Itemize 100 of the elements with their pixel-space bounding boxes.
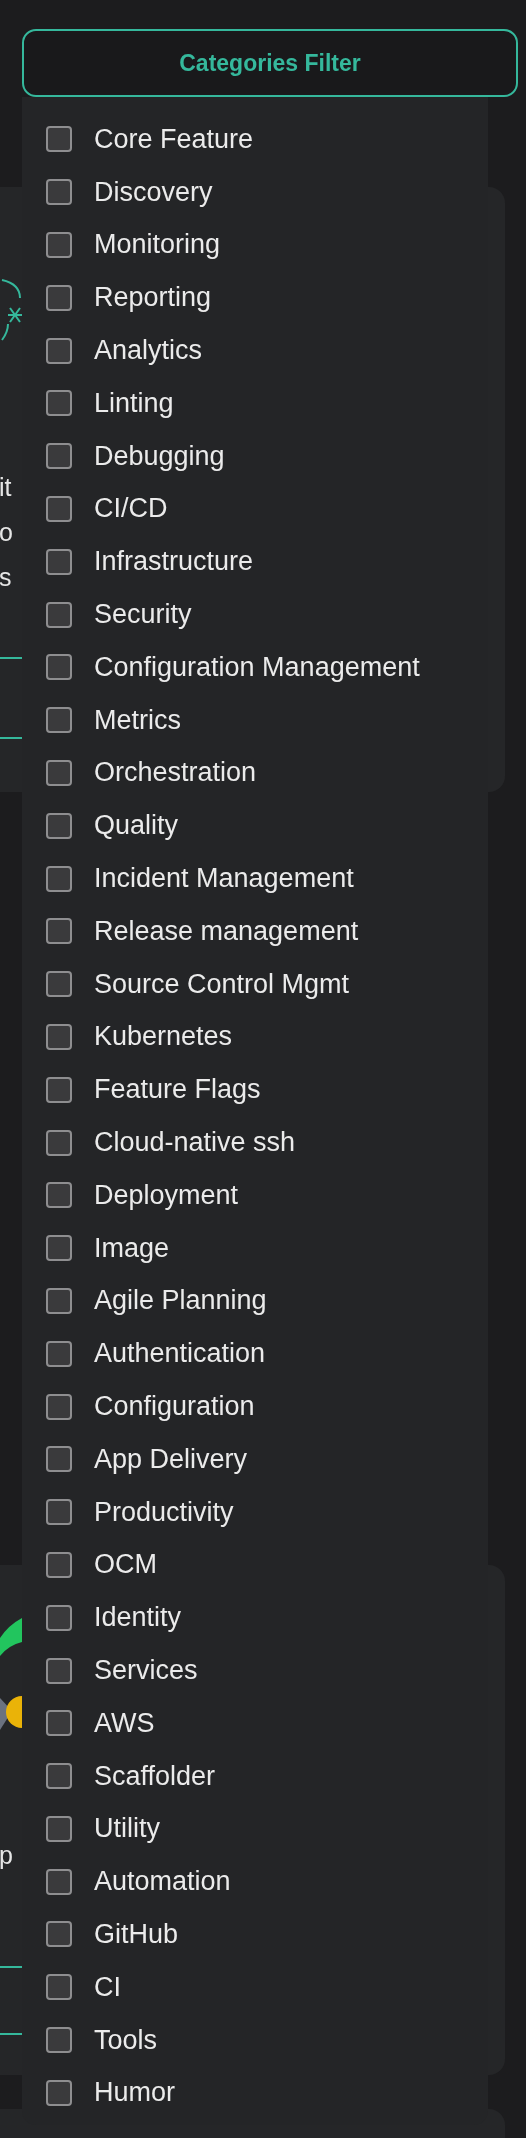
category-option[interactable]: Release management	[22, 904, 488, 958]
checkbox[interactable]	[46, 707, 72, 734]
category-option[interactable]: Security	[22, 588, 488, 641]
checkbox[interactable]	[46, 1023, 72, 1050]
category-option[interactable]: Humor	[22, 2066, 488, 2120]
category-option[interactable]: Configuration Management	[22, 640, 488, 694]
checkbox[interactable]	[46, 1287, 72, 1314]
category-option[interactable]: Feature Flags	[22, 1063, 488, 1117]
checkbox[interactable]	[46, 865, 72, 892]
category-label: Incident Management	[94, 863, 354, 895]
category-label: Cloud-native ssh	[94, 1127, 296, 1159]
category-label: GitHub	[94, 1919, 179, 1950]
category-label: Tools	[94, 2024, 158, 2056]
category-option[interactable]: Identity	[22, 1591, 488, 1645]
category-option[interactable]: Services	[22, 1644, 488, 1697]
checkbox[interactable]	[46, 1393, 72, 1420]
category-label: Discovery	[94, 176, 213, 208]
checkbox[interactable]	[46, 337, 72, 364]
checkbox[interactable]	[46, 1974, 72, 2001]
category-label: OCM	[94, 1549, 157, 1581]
checkbox[interactable]	[46, 1551, 72, 1578]
checkbox[interactable]	[46, 126, 72, 153]
category-option[interactable]: Tools	[22, 2013, 488, 2067]
category-option[interactable]: Deployment	[22, 1168, 488, 1222]
category-option[interactable]: Infrastructure	[22, 535, 488, 589]
category-option[interactable]: GitHub	[22, 1908, 488, 1961]
checkbox[interactable]	[46, 1763, 72, 1790]
checkbox[interactable]	[46, 759, 72, 786]
checkbox[interactable]	[46, 495, 72, 522]
category-option[interactable]: Productivity	[22, 1485, 488, 1539]
categories-filter-button[interactable]: Categories Filter	[22, 29, 518, 97]
category-option[interactable]: Incident Management	[22, 852, 488, 905]
card-text: p	[0, 1840, 13, 1871]
checkbox[interactable]	[46, 390, 72, 417]
checkbox[interactable]	[46, 548, 72, 575]
category-option[interactable]: Orchestration	[22, 746, 488, 800]
checkbox[interactable]	[46, 1340, 72, 1367]
category-option[interactable]: App Delivery	[22, 1432, 488, 1486]
category-option[interactable]: AWS	[22, 1696, 488, 1750]
category-option[interactable]: Scaffolder	[22, 1749, 488, 1803]
category-label: Configuration	[94, 1391, 255, 1422]
category-option[interactable]: Automation	[22, 1855, 488, 1909]
category-label: Scaffolder	[94, 1760, 216, 1792]
checkbox[interactable]	[46, 232, 72, 258]
category-label: Kubernetes	[94, 1021, 233, 1053]
category-option[interactable]: Analytics	[22, 324, 488, 377]
checkbox[interactable]	[46, 443, 72, 470]
category-label: Release management	[94, 915, 359, 947]
category-option[interactable]: Metrics	[22, 693, 488, 747]
category-option[interactable]: Agile Planning	[22, 1274, 488, 1328]
checkbox[interactable]	[46, 1815, 72, 1842]
checkbox[interactable]	[46, 918, 72, 945]
checkbox[interactable]	[46, 1921, 72, 1948]
category-option[interactable]: CI/CD	[22, 482, 488, 536]
category-option[interactable]: OCM	[22, 1538, 488, 1592]
category-option[interactable]: CI	[22, 1960, 488, 2014]
checkbox[interactable]	[46, 812, 72, 839]
category-option[interactable]: Linting	[22, 377, 488, 430]
category-option[interactable]: Kubernetes	[22, 1010, 488, 1064]
checkbox[interactable]	[46, 1076, 72, 1103]
checkbox[interactable]	[46, 601, 72, 628]
category-label: Monitoring	[94, 229, 221, 261]
category-option[interactable]: Cloud-native ssh	[22, 1116, 488, 1169]
checkbox[interactable]	[46, 1657, 72, 1684]
checkbox[interactable]	[46, 1446, 72, 1473]
category-label: Services	[94, 1655, 198, 1686]
checkbox[interactable]	[46, 1710, 72, 1737]
category-option[interactable]: Utility	[22, 1802, 488, 1856]
category-option[interactable]: Source Control Mgmt	[22, 957, 488, 1011]
checkbox[interactable]	[46, 284, 72, 311]
category-option[interactable]: Authentication	[22, 1327, 488, 1381]
checkbox[interactable]	[46, 654, 72, 681]
category-label: Automation	[94, 1866, 231, 1898]
checkbox[interactable]	[46, 2079, 72, 2106]
checkbox[interactable]	[46, 971, 72, 998]
category-option[interactable]: Core Feature	[22, 113, 488, 166]
checkbox[interactable]	[46, 1129, 72, 1156]
checkbox[interactable]	[46, 2027, 72, 2054]
category-label: Configuration Management	[94, 651, 420, 683]
category-option[interactable]: Discovery	[22, 165, 488, 219]
category-label: Identity	[94, 1602, 182, 1634]
checkbox[interactable]	[46, 1182, 72, 1209]
category-label: Productivity	[94, 1496, 234, 1528]
category-label: Feature Flags	[94, 1074, 261, 1106]
checkbox[interactable]	[46, 1868, 72, 1895]
checkbox[interactable]	[46, 1499, 72, 1526]
category-label: Authentication	[94, 1338, 266, 1370]
checkbox[interactable]	[46, 179, 72, 206]
category-label: Analytics	[94, 335, 203, 367]
category-option[interactable]: Reporting	[22, 271, 488, 325]
checkbox[interactable]	[46, 1235, 72, 1262]
category-option[interactable]: Quality	[22, 799, 488, 853]
checkbox[interactable]	[46, 1604, 72, 1631]
category-option[interactable]: Image	[22, 1221, 488, 1275]
card-text: o	[0, 517, 13, 548]
category-option[interactable]: Configuration	[22, 1380, 488, 1433]
category-option[interactable]: Monitoring	[22, 218, 488, 272]
category-option[interactable]: Debugging	[22, 429, 488, 483]
card-text: s	[0, 562, 12, 593]
category-label: Orchestration	[94, 757, 257, 789]
